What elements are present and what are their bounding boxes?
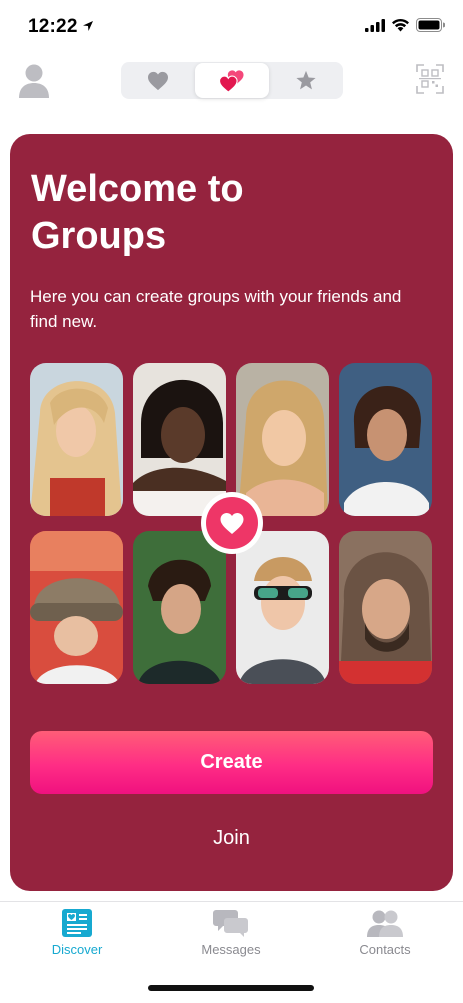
tab-discover[interactable]: Discover: [0, 908, 154, 968]
home-indicator: [148, 985, 314, 991]
messages-icon: [213, 910, 248, 937]
segmented-control: [121, 62, 343, 99]
profile-photo[interactable]: [133, 363, 226, 516]
heart-icon: [148, 71, 168, 90]
person-photo-icon: [133, 531, 226, 684]
tab-label: Discover: [51, 942, 103, 957]
status-bar: 12:22: [0, 0, 463, 52]
tab-label: Messages: [201, 942, 261, 957]
profile-photo[interactable]: [30, 531, 123, 684]
segment-starred[interactable]: [269, 62, 343, 99]
heart-icon: [220, 512, 244, 534]
qr-code-icon: [416, 64, 444, 94]
segment-favorites[interactable]: [121, 62, 195, 99]
person-photo-icon: [30, 531, 123, 684]
profile-icon: [19, 64, 49, 98]
join-button[interactable]: Join: [160, 820, 303, 856]
profile-button[interactable]: [17, 62, 51, 98]
heart-badge-inner: [206, 497, 258, 549]
profile-photo[interactable]: [236, 363, 329, 516]
person-photo-icon: [133, 363, 226, 516]
status-indicators: [365, 18, 445, 32]
welcome-card: Welcome to Groups Here you can create gr…: [10, 134, 453, 891]
profile-photo[interactable]: [339, 531, 432, 684]
person-photo-icon: [339, 363, 432, 516]
star-icon: [296, 70, 316, 90]
heart-badge: [201, 492, 263, 554]
person-photo-icon: [236, 363, 329, 516]
profile-photo[interactable]: [339, 363, 432, 516]
contacts-icon: [367, 910, 403, 937]
tab-messages[interactable]: Messages: [154, 908, 308, 968]
profile-photo[interactable]: [30, 363, 123, 516]
qr-scan-button[interactable]: [416, 64, 444, 94]
discover-icon: [62, 909, 92, 937]
battery-icon: [416, 18, 445, 32]
person-photo-icon: [339, 531, 432, 684]
cellular-signal-icon: [365, 18, 385, 32]
profile-photo[interactable]: [236, 531, 329, 684]
card-title: Welcome to Groups: [31, 168, 244, 257]
status-time: 12:22: [28, 16, 78, 37]
tab-label: Contacts: [359, 942, 411, 957]
segment-groups[interactable]: [195, 63, 269, 98]
location-arrow-icon: [83, 21, 93, 31]
create-button[interactable]: Create: [30, 731, 433, 794]
card-subtitle: Here you can create groups with your fri…: [30, 287, 402, 331]
double-heart-icon: [218, 69, 244, 93]
tab-contacts[interactable]: Contacts: [308, 908, 462, 968]
person-photo-icon: [30, 363, 123, 516]
top-nav: [0, 58, 463, 104]
profile-photo[interactable]: [133, 531, 226, 684]
person-photo-icon: [236, 531, 329, 684]
wifi-icon: [392, 18, 409, 32]
